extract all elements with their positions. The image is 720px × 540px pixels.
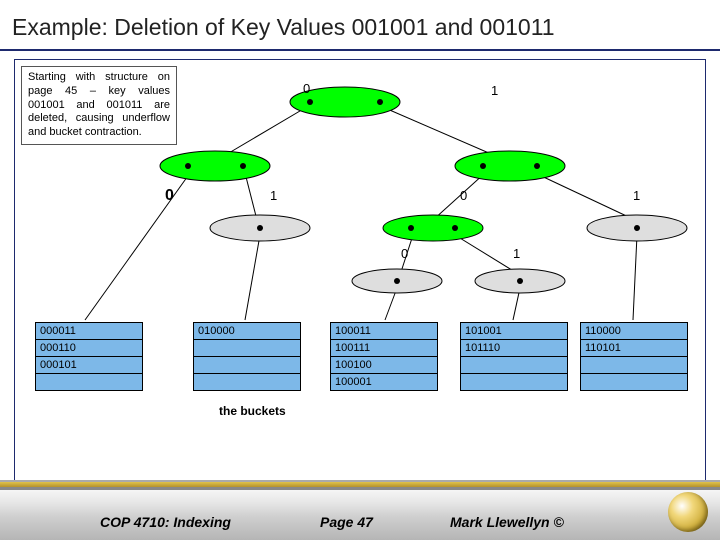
edge-label: 1 [633,188,640,203]
bucket-slot: 000011 [36,323,142,339]
edge-label: 1 [513,246,520,261]
footer-accent-bar2 [0,487,720,490]
bucket-slot: 010000 [194,323,300,339]
ucf-logo-icon [668,492,708,532]
edge-label: 0 [303,81,310,96]
buckets-caption: the buckets [219,404,286,418]
bucket-0: 000011 000110 000101 [35,322,143,391]
edge-label: 0 [460,188,467,203]
tree-svg: 0 1 0 1 0 1 0 1 [15,60,705,480]
edge-label: 0 [165,187,174,204]
bucket-2: 100011 100111 100100 100001 [330,322,438,391]
bucket-slot [194,339,300,356]
bucket-slot [581,373,687,390]
bucket-slot: 101110 [461,339,567,356]
bucket-slot [461,356,567,373]
edge-label: 0 [401,246,408,261]
footer-page: Page 47 [320,514,373,530]
bucket-slot: 100111 [331,339,437,356]
bucket-slot: 110000 [581,323,687,339]
diagram-canvas: Starting with structure on page 45 – key… [14,59,706,481]
bucket-slot: 000110 [36,339,142,356]
bucket-slot: 100001 [331,373,437,390]
footer: COP 4710: Indexing Page 47 Mark Llewelly… [0,480,720,540]
bucket-slot: 110101 [581,339,687,356]
edge-label: 1 [270,188,277,203]
bucket-1: 010000 [193,322,301,391]
page-title: Example: Deletion of Key Values 001001 a… [0,0,720,51]
bucket-3: 101001 101110 [460,322,568,391]
bucket-4: 110000 110101 [580,322,688,391]
bucket-slot [581,356,687,373]
edge-label: 1 [491,83,498,98]
bucket-slot: 100100 [331,356,437,373]
bucket-slot [461,373,567,390]
bucket-slot: 000101 [36,356,142,373]
footer-author: Mark Llewellyn © [450,514,564,530]
footer-course: COP 4710: Indexing [100,514,231,530]
bucket-slot [36,373,142,390]
bucket-slot: 100011 [331,323,437,339]
bucket-slot [194,356,300,373]
bucket-slot: 101001 [461,323,567,339]
bucket-slot [194,373,300,390]
